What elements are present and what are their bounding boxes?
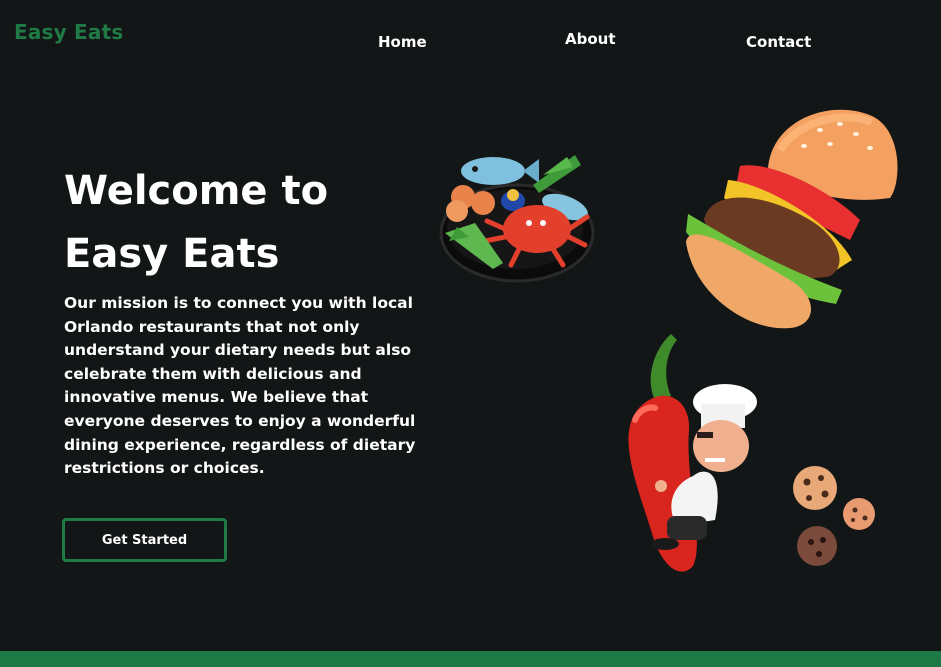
burger-illustration xyxy=(686,109,898,329)
footer-accent-bar xyxy=(0,651,941,667)
cookies-illustration xyxy=(793,466,875,566)
hero-title: Welcome to Easy Eats xyxy=(64,160,424,286)
nav-home-link[interactable]: Home xyxy=(378,33,427,51)
get-started-button[interactable]: Get Started xyxy=(62,518,227,562)
nav-contact-link[interactable]: Contact xyxy=(746,33,811,51)
hero-title-line2: Easy Eats xyxy=(64,231,280,277)
chef-with-chili-illustration xyxy=(628,334,757,572)
hero-description: Our mission is to connect you with local… xyxy=(64,294,416,478)
hero-title-line1: Welcome to xyxy=(64,168,329,214)
seafood-plate-illustration xyxy=(439,155,595,283)
brand-logo[interactable]: Easy Eats xyxy=(14,20,124,44)
nav-about-link[interactable]: About xyxy=(565,30,616,48)
